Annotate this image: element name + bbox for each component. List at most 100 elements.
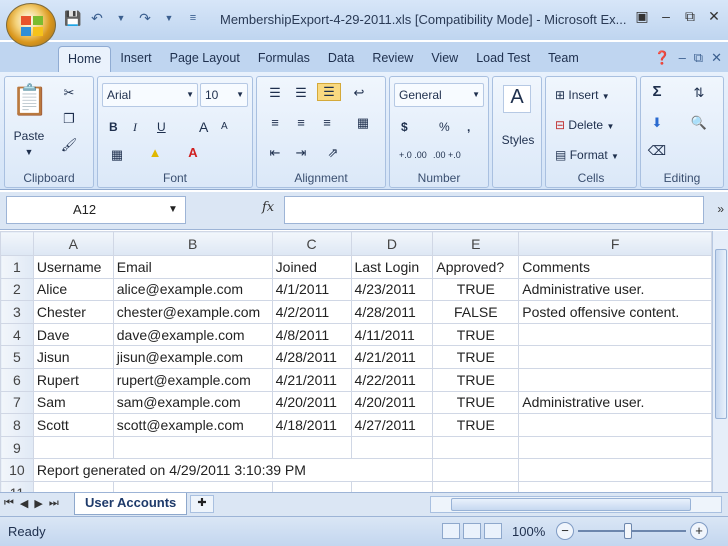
row-header[interactable]: 1 xyxy=(0,255,34,279)
cell[interactable]: 4/21/2011 xyxy=(271,367,352,392)
font-color-icon[interactable]: A xyxy=(182,145,204,160)
row-header[interactable]: 7 xyxy=(0,390,34,415)
row-header[interactable]: 5 xyxy=(0,345,34,369)
format-painter-icon[interactable]: 🖌 xyxy=(59,137,79,153)
borders-icon[interactable]: ▦ xyxy=(106,147,128,163)
cell[interactable]: TRUE xyxy=(432,390,520,415)
font-size-select[interactable]: 10 ▼ xyxy=(200,83,248,107)
cell[interactable] xyxy=(432,458,520,482)
tab-page-layout[interactable]: Page Layout xyxy=(161,46,249,72)
cell[interactable] xyxy=(432,480,520,492)
cell[interactable]: Last Login xyxy=(350,255,434,279)
save-icon[interactable]: 💾 xyxy=(64,9,82,27)
merge-center-icon[interactable]: ▦ xyxy=(349,115,377,131)
align-middle-icon[interactable]: ☰ xyxy=(291,85,311,101)
zoom-slider[interactable] xyxy=(578,530,686,532)
sheet-tab-user-accounts[interactable]: User Accounts xyxy=(74,493,188,515)
cell[interactable]: Administrative user. xyxy=(518,390,712,415)
cell[interactable] xyxy=(271,435,352,460)
column-header-f[interactable]: F xyxy=(518,231,712,256)
cell[interactable]: TRUE xyxy=(432,345,520,369)
cell[interactable]: Username xyxy=(32,255,114,279)
row-header[interactable]: 9 xyxy=(0,435,34,460)
cell[interactable]: Sam xyxy=(32,390,114,415)
delete-cells-button[interactable]: ⊟ Delete ▼ xyxy=(550,113,619,137)
cell[interactable]: rupert@example.com xyxy=(112,367,273,392)
cell[interactable]: TRUE xyxy=(432,322,520,347)
cell[interactable]: jisun@example.com xyxy=(112,345,273,369)
row-header[interactable]: 11 xyxy=(0,480,34,492)
tab-review[interactable]: Review xyxy=(363,46,422,72)
redo-icon[interactable]: ↷ xyxy=(136,9,154,27)
cell[interactable]: 4/20/2011 xyxy=(271,390,352,415)
cell[interactable] xyxy=(518,345,712,369)
cell[interactable]: 4/22/2011 xyxy=(350,367,434,392)
italic-button[interactable]: I xyxy=(128,115,142,139)
cell[interactable]: TRUE xyxy=(432,367,520,392)
orientation-icon[interactable]: ⇗ xyxy=(319,145,347,161)
find-select-icon[interactable]: 🔍 xyxy=(687,115,711,131)
cell[interactable]: Posted offensive content. xyxy=(518,300,712,324)
percent-button[interactable]: % xyxy=(434,115,455,139)
cell[interactable]: 4/18/2011 xyxy=(271,413,352,437)
align-top-icon[interactable]: ☰ xyxy=(265,85,285,101)
cell[interactable]: 4/2/2011 xyxy=(271,300,352,324)
cell[interactable] xyxy=(350,435,434,460)
increase-decimal-button[interactable]: +.0 .00 xyxy=(394,143,428,167)
report-generated-cell[interactable]: Report generated on 4/29/2011 3:10:39 PM xyxy=(32,458,434,482)
select-all-corner[interactable] xyxy=(0,231,34,256)
first-sheet-icon[interactable]: ⏮ xyxy=(4,497,14,510)
sort-filter-icon[interactable]: ⇅ xyxy=(687,85,711,101)
decrease-indent-icon[interactable]: ⇤ xyxy=(265,145,285,161)
align-right-icon[interactable]: ≡ xyxy=(317,115,337,130)
cell[interactable]: alice@example.com xyxy=(112,277,273,302)
autosum-button[interactable]: Σ xyxy=(647,83,667,100)
decrease-decimal-button[interactable]: .00 +.0 xyxy=(428,143,462,167)
increase-indent-icon[interactable]: ⇥ xyxy=(291,145,311,161)
cell[interactable] xyxy=(32,480,114,492)
name-box[interactable]: A12 xyxy=(6,196,186,224)
cell[interactable] xyxy=(432,435,520,460)
horizontal-scrollbar[interactable] xyxy=(430,496,722,513)
cell[interactable]: dave@example.com xyxy=(112,322,273,347)
cell[interactable]: FALSE xyxy=(432,300,520,324)
align-center-icon[interactable]: ≡ xyxy=(291,115,311,130)
tab-view[interactable]: View xyxy=(422,46,467,72)
cell[interactable] xyxy=(518,367,712,392)
paste-dropdown-icon[interactable]: ▼ xyxy=(11,147,47,157)
align-bottom-icon[interactable]: ☰ xyxy=(317,83,341,101)
cell[interactable]: scott@example.com xyxy=(112,413,273,437)
row-header[interactable]: 8 xyxy=(0,413,34,437)
bold-button[interactable]: B xyxy=(104,115,123,139)
tab-formulas[interactable]: Formulas xyxy=(249,46,319,72)
close-button[interactable]: ✕ xyxy=(704,6,724,26)
cell[interactable] xyxy=(112,435,273,460)
cell[interactable]: Chester xyxy=(32,300,114,324)
cut-icon[interactable]: ✂ xyxy=(59,85,79,101)
cell[interactable]: sam@example.com xyxy=(112,390,273,415)
cell[interactable] xyxy=(112,480,273,492)
column-header-a[interactable]: A xyxy=(32,231,114,256)
tab-home[interactable]: Home xyxy=(58,46,112,72)
cell[interactable] xyxy=(518,480,712,492)
format-cells-button[interactable]: ▤ Format ▼ xyxy=(550,143,624,167)
row-header[interactable]: 10 xyxy=(0,458,34,482)
restore-button[interactable]: ⧉ xyxy=(680,6,700,26)
column-header-c[interactable]: C xyxy=(271,231,352,256)
undo-dropdown-icon[interactable]: ▼ xyxy=(112,9,130,27)
vertical-scroll-thumb[interactable] xyxy=(715,249,727,419)
tab-team[interactable]: Team xyxy=(539,46,588,72)
comma-button[interactable]: , xyxy=(462,115,475,139)
paste-button[interactable]: Paste xyxy=(11,129,47,143)
cell[interactable]: Approved? xyxy=(432,255,520,279)
cell[interactable] xyxy=(350,480,434,492)
cell[interactable]: 4/21/2011 xyxy=(350,345,434,369)
expand-formula-bar-icon[interactable]: » xyxy=(717,202,724,216)
cell[interactable]: TRUE xyxy=(432,413,520,437)
paste-icon[interactable]: 📋 xyxy=(11,83,48,123)
row-header[interactable]: 2 xyxy=(0,277,34,302)
insert-sheet-icon[interactable]: ✚ xyxy=(190,495,214,513)
cell[interactable]: 4/11/2011 xyxy=(350,322,434,347)
row-header[interactable]: 3 xyxy=(0,300,34,324)
number-format-select[interactable]: General ▼ xyxy=(394,83,484,107)
